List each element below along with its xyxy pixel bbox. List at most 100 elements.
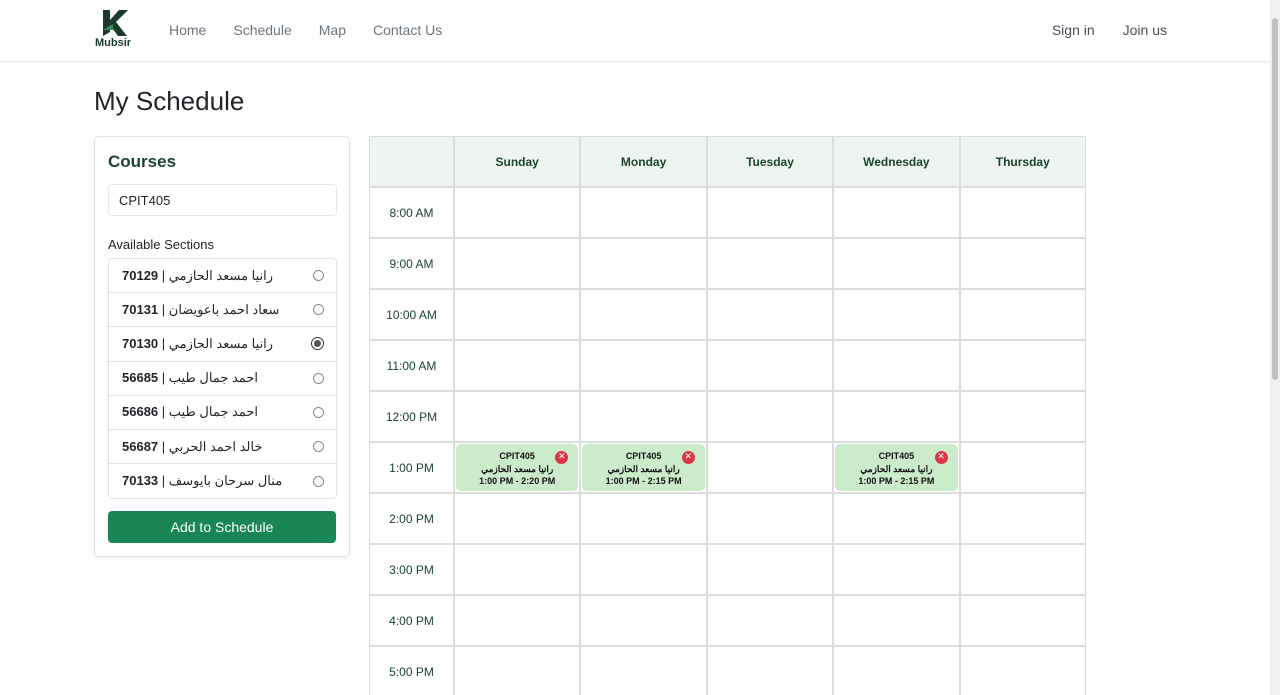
schedule-slot[interactable] — [706, 442, 834, 493]
section-option[interactable]: 70130 | رانيا مسعد الحازمي — [109, 327, 336, 362]
header-corner — [369, 136, 454, 187]
schedule-slot[interactable] — [706, 340, 834, 391]
time-row: 5:00 PM — [369, 646, 1086, 695]
section-radio[interactable] — [313, 372, 324, 384]
schedule-slot[interactable] — [454, 187, 581, 238]
section-radio[interactable] — [313, 406, 324, 418]
course-event[interactable]: CPIT405 رانيا مسعد الحازمي 1:00 PM - 2:15 … — [582, 444, 705, 491]
course-event[interactable]: CPIT405 رانيا مسعد الحازمي 1:00 PM - 2:15 … — [835, 444, 958, 491]
section-instructor: خالد احمد الحربي — [168, 438, 263, 454]
section-instructor: احمد جمال طيب — [168, 404, 258, 420]
schedule-slot[interactable] — [706, 493, 834, 544]
schedule-slot[interactable] — [959, 289, 1086, 340]
schedule-slot[interactable] — [833, 187, 960, 238]
section-radio[interactable] — [313, 270, 324, 282]
schedule-slot[interactable] — [959, 595, 1086, 646]
schedule-slot[interactable] — [454, 544, 581, 595]
section-label: 56685 | احمد جمال طيب — [122, 370, 258, 386]
event-instructor: رانيا مسعد الحازمي — [860, 463, 933, 474]
nav-home[interactable]: Home — [169, 22, 206, 38]
schedule-slot[interactable]: CPIT405 رانيا مسعد الحازمي 1:00 PM - 2:15 … — [580, 442, 707, 493]
section-radio[interactable] — [313, 475, 324, 487]
schedule-slot[interactable] — [959, 187, 1086, 238]
logo-k-icon — [103, 10, 128, 36]
schedule-slot[interactable] — [580, 340, 707, 391]
schedule-slot[interactable] — [706, 238, 834, 289]
schedule-slot[interactable] — [706, 646, 834, 695]
section-option[interactable]: 56686 | احمد جمال طيب — [109, 396, 336, 430]
schedule-slot[interactable] — [706, 391, 834, 442]
schedule-slot[interactable] — [833, 289, 960, 340]
section-radio[interactable] — [313, 441, 324, 453]
time-row: 4:00 PM — [369, 595, 1086, 646]
schedule-slot[interactable] — [959, 340, 1086, 391]
section-option[interactable]: 70133 | منال سرحان بايوسف — [109, 464, 336, 498]
schedule-slot[interactable] — [580, 646, 707, 695]
brand-logo[interactable]: Mubsir — [95, 10, 137, 50]
event-time-range: 1:00 PM - 2:20 PM — [479, 476, 556, 486]
section-label: 56687 | خالد احمد الحربي — [122, 439, 262, 455]
schedule-slot[interactable] — [833, 646, 960, 695]
section-separator: | — [158, 438, 169, 454]
schedule-slot[interactable] — [580, 238, 707, 289]
schedule-slot[interactable] — [706, 289, 834, 340]
section-option[interactable]: 70129 | رانيا مسعد الحازمي — [109, 259, 336, 294]
join-link[interactable]: Join us — [1123, 22, 1167, 38]
sections-list: 70129 | رانيا مسعد الحازمي 70131 | سعاد ا… — [108, 258, 337, 500]
schedule-slot[interactable] — [580, 187, 707, 238]
schedule-slot[interactable] — [706, 595, 834, 646]
schedule-slot[interactable] — [454, 391, 581, 442]
schedule-slot[interactable] — [833, 544, 960, 595]
remove-event-icon[interactable]: ✕ — [681, 451, 695, 464]
schedule-slot[interactable] — [454, 646, 581, 695]
section-separator: | — [158, 267, 169, 283]
schedule-slot[interactable] — [833, 238, 960, 289]
schedule-slot[interactable] — [959, 238, 1086, 289]
course-event[interactable]: CPIT405 رانيا مسعد الحازمي 1:00 PM - 2:20 … — [456, 444, 579, 491]
course-search-input[interactable] — [108, 184, 337, 216]
section-radio[interactable] — [311, 337, 324, 351]
remove-event-icon[interactable]: ✕ — [934, 451, 948, 464]
schedule-slot[interactable]: CPIT405 رانيا مسعد الحازمي 1:00 PM - 2:15 … — [833, 442, 960, 493]
schedule-slot[interactable] — [454, 289, 581, 340]
schedule-slot[interactable] — [580, 289, 707, 340]
time-row: 1:00 PM CPIT405 رانيا مسعد الحازمي 1:00 PM … — [369, 442, 1086, 493]
section-separator: | — [158, 404, 169, 420]
time-label: 2:00 PM — [369, 493, 454, 544]
schedule-slot[interactable] — [580, 595, 707, 646]
time-label: 3:00 PM — [369, 544, 454, 595]
schedule-slot[interactable] — [959, 646, 1086, 695]
schedule-slot[interactable] — [959, 544, 1086, 595]
section-id: 56687 — [122, 438, 159, 454]
section-option[interactable]: 56685 | احمد جمال طيب — [109, 362, 336, 396]
nav-map[interactable]: Map — [319, 22, 346, 38]
schedule-slot[interactable]: CPIT405 رانيا مسعد الحازمي 1:00 PM - 2:20 … — [454, 442, 581, 493]
schedule-slot[interactable] — [454, 493, 581, 544]
schedule-slot[interactable] — [959, 493, 1086, 544]
nav-schedule[interactable]: Schedule — [233, 22, 291, 38]
page-scrollbar[interactable] — [1270, 0, 1280, 695]
section-option[interactable]: 56687 | خالد احمد الحربي — [109, 430, 336, 465]
scrollbar-thumb[interactable] — [1272, 18, 1278, 380]
schedule-slot[interactable] — [454, 595, 581, 646]
schedule-slot[interactable] — [580, 493, 707, 544]
schedule-slot[interactable] — [833, 340, 960, 391]
sign-in-link[interactable]: Sign in — [1052, 22, 1095, 38]
schedule-slot[interactable] — [833, 595, 960, 646]
nav-contact[interactable]: Contact Us — [373, 22, 442, 38]
schedule-slot[interactable] — [959, 391, 1086, 442]
section-radio[interactable] — [313, 304, 324, 316]
schedule-slot[interactable] — [833, 493, 960, 544]
section-separator: | — [158, 301, 169, 317]
schedule-slot[interactable] — [454, 340, 581, 391]
section-separator: | — [158, 335, 169, 351]
schedule-slot[interactable] — [580, 391, 707, 442]
schedule-slot[interactable] — [580, 544, 707, 595]
schedule-slot[interactable] — [454, 238, 581, 289]
schedule-slot[interactable] — [833, 391, 960, 442]
schedule-slot[interactable] — [706, 187, 834, 238]
add-to-schedule-button[interactable]: Add to Schedule — [108, 511, 336, 543]
schedule-slot[interactable] — [706, 544, 834, 595]
section-option[interactable]: 70131 | سعاد احمد باعويضان — [109, 293, 336, 328]
schedule-slot[interactable] — [959, 442, 1086, 493]
